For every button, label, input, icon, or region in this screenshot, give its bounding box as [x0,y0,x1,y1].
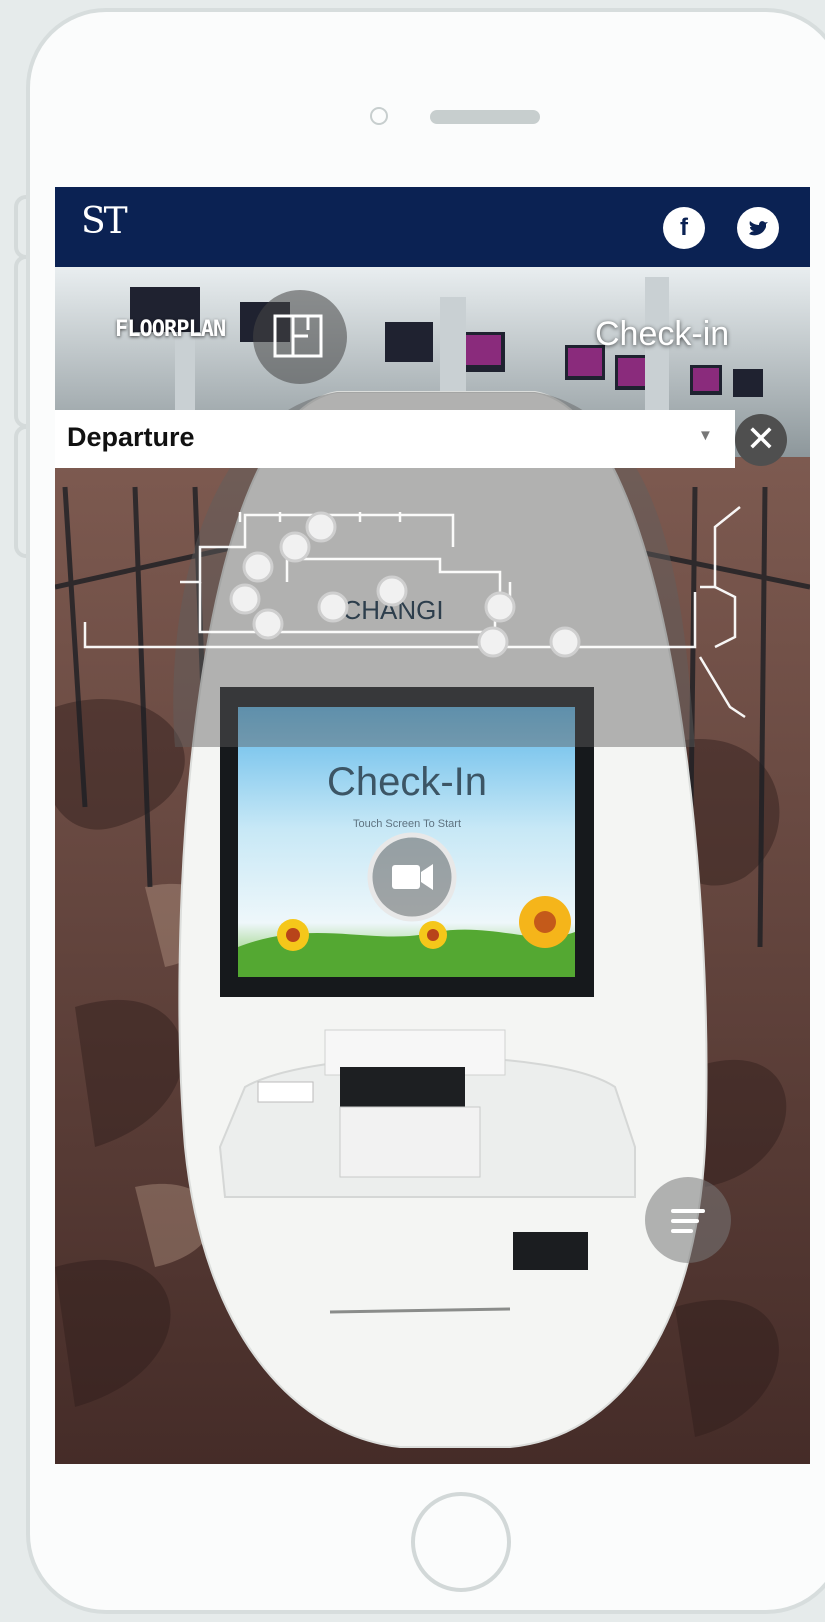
st-logo[interactable]: ST [81,201,128,242]
floorplan-button[interactable] [253,290,347,384]
twitter-bird-icon [749,221,768,236]
video-camera-icon[interactable] [367,832,457,922]
front-camera [370,107,388,125]
twitter-icon[interactable] [737,207,779,249]
menu-button[interactable] [645,1177,731,1263]
caret-down-icon: ▼ [698,427,713,444]
floorplan-icon [273,314,323,358]
floorplan-label[interactable]: FLOORPLAN [115,317,226,342]
dropdown-selected-value: Departure [67,422,195,452]
speaker-grille [430,110,540,124]
menu-icon [671,1209,705,1213]
location-dropdown[interactable]: Departure ▼ [55,410,735,468]
app-screen: Check-In Touch Screen To Start CHANGI ST… [55,187,810,1464]
kiosk-screen-subtitle: Touch Screen To Start [353,818,461,830]
top-bar: ST f [55,187,810,267]
section-title: Check-in [595,315,730,353]
close-button[interactable]: ✕ [735,414,787,466]
facebook-icon[interactable]: f [663,207,705,249]
kiosk-screen-title: Check-In [327,760,487,804]
home-button[interactable] [411,1492,511,1592]
panorama-view[interactable]: Check-In Touch Screen To Start CHANGI [55,187,810,1464]
menu-icon-line [671,1219,699,1223]
menu-icon-line [671,1229,693,1233]
